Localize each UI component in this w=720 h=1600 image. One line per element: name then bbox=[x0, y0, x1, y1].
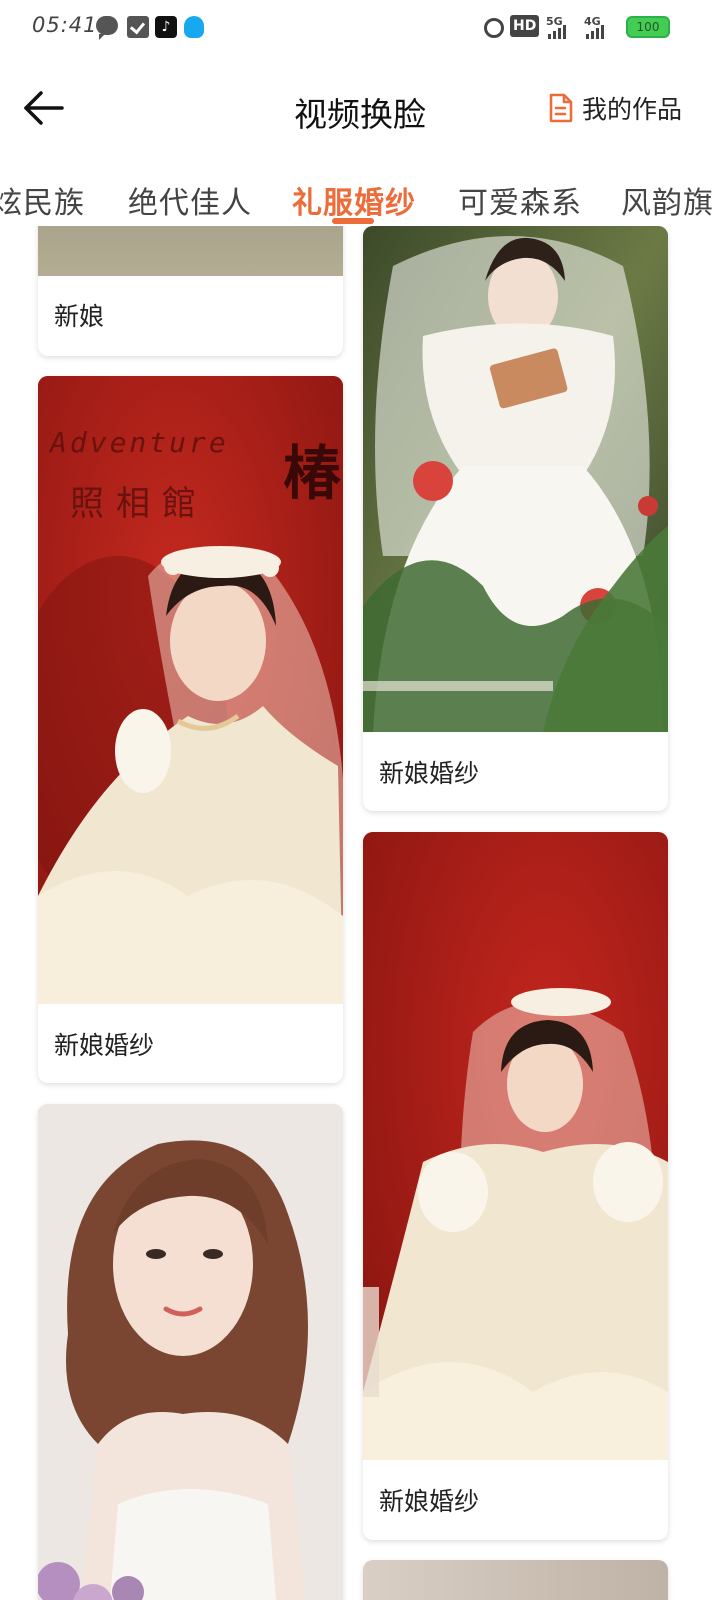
signal-5g-icon: 5G bbox=[546, 15, 580, 39]
template-thumbnail: Adventure 照相館 椿 bbox=[38, 376, 343, 1004]
studio-sign-english: Adventure bbox=[50, 426, 229, 459]
hd-icon: HD bbox=[510, 15, 540, 37]
tab-wedding-dress[interactable]: 礼服婚纱 bbox=[292, 178, 416, 222]
template-label: 新娘婚纱 bbox=[379, 1487, 480, 1516]
template-thumbnail bbox=[363, 226, 668, 732]
app-header: 视频换脸 我的作品 bbox=[0, 60, 720, 156]
signal-4g-icon: 4G bbox=[584, 15, 618, 39]
template-thumbnail bbox=[38, 226, 343, 276]
category-tabs: 炫民族 绝代佳人 礼服婚纱 可爱森系 风韵旗 bbox=[0, 170, 720, 226]
template-label: 新娘婚纱 bbox=[54, 1031, 155, 1060]
template-grid: 新娘 Adventure 照相館 椿 新娘婚纱 新娘婚纱 新娘婚纱 bbox=[0, 226, 720, 1600]
tab-beauty[interactable]: 绝代佳人 bbox=[128, 178, 252, 222]
template-card[interactable] bbox=[363, 1560, 668, 1600]
active-tab-indicator bbox=[332, 218, 374, 224]
document-icon bbox=[549, 93, 573, 123]
my-works-label: 我的作品 bbox=[581, 95, 682, 124]
bride-photo bbox=[38, 1104, 343, 1600]
message-icon bbox=[96, 16, 118, 40]
template-card[interactable] bbox=[38, 1104, 343, 1600]
tab-ethnic[interactable]: 炫民族 bbox=[0, 178, 85, 222]
template-thumbnail bbox=[363, 832, 668, 1460]
studio-sign-calligraphy: 椿 bbox=[282, 439, 341, 507]
template-card[interactable]: 新娘婚纱 bbox=[363, 832, 668, 1540]
studio-sign-chinese: 照相館 bbox=[70, 484, 208, 524]
template-label: 新娘婚纱 bbox=[379, 759, 480, 788]
bride-photo bbox=[363, 226, 668, 732]
battery-icon: 100 bbox=[626, 16, 670, 38]
qq-icon bbox=[184, 16, 204, 38]
status-time: 05:41 bbox=[32, 13, 98, 37]
tab-qipao[interactable]: 风韵旗 bbox=[621, 178, 714, 222]
template-thumbnail bbox=[38, 1104, 343, 1600]
template-label: 新娘 bbox=[54, 302, 105, 331]
template-thumbnail bbox=[363, 1560, 668, 1600]
check-clipboard-icon bbox=[127, 16, 149, 38]
alarm-icon bbox=[484, 18, 504, 38]
my-works-button[interactable]: 我的作品 bbox=[548, 90, 682, 126]
tiktok-icon: ♪ bbox=[155, 16, 177, 38]
template-card[interactable]: Adventure 照相館 椿 新娘婚纱 bbox=[38, 376, 343, 1083]
template-card[interactable]: 新娘婚纱 bbox=[363, 226, 668, 811]
bride-photo bbox=[363, 832, 668, 1460]
status-bar: 05:41 ♪ HD 5G 4G 100 bbox=[0, 0, 720, 56]
tab-cute-forest[interactable]: 可爱森系 bbox=[458, 178, 582, 222]
template-card[interactable]: 新娘 bbox=[38, 226, 343, 356]
